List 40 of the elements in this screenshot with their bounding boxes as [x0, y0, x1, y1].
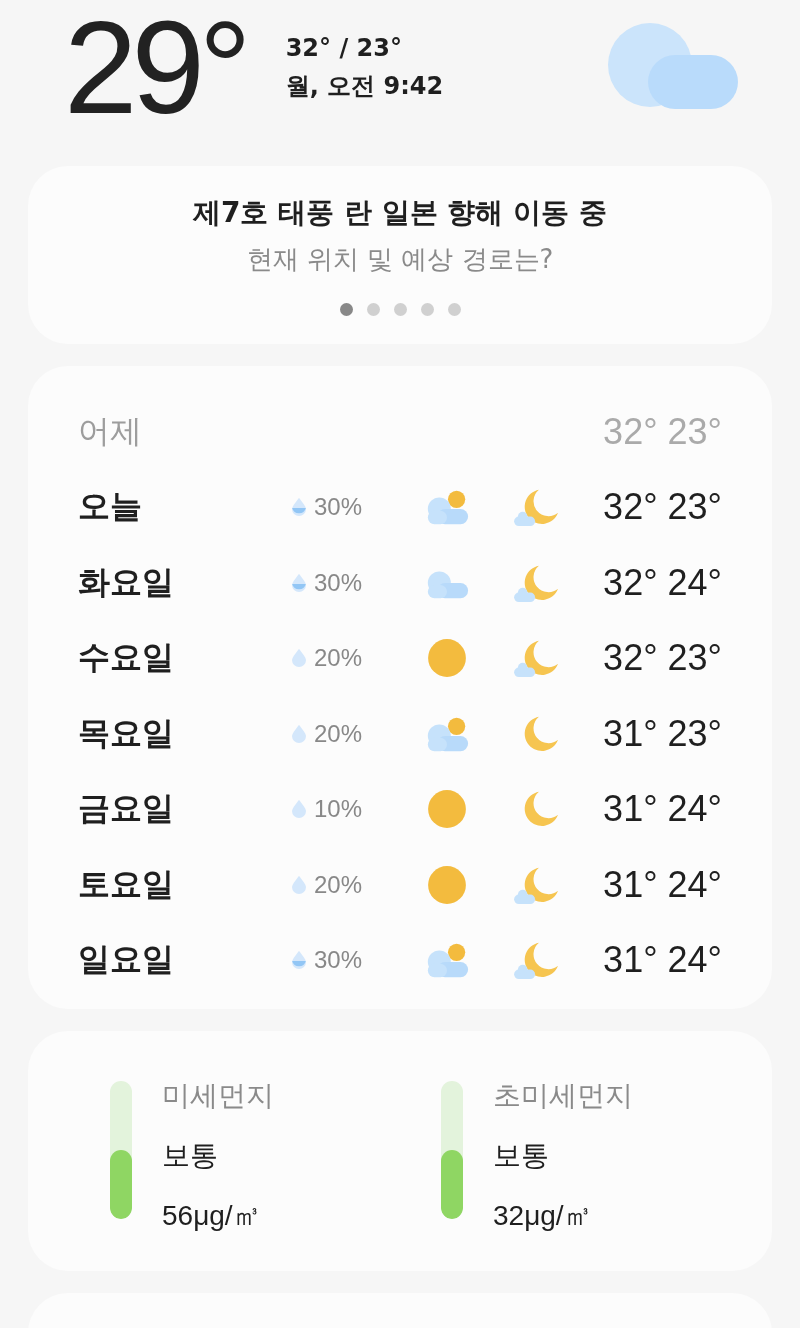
temperature-range: 32° 23°: [602, 637, 722, 680]
day-label: 화요일: [78, 561, 175, 603]
page-indicator-dot[interactable]: [366, 303, 380, 316]
day-label: 수요일: [78, 637, 175, 679]
current-temperature: 29°: [64, 2, 246, 134]
day-label: 금요일: [78, 788, 175, 830]
day-label: 어제: [78, 410, 143, 452]
day-label: 일요일: [78, 939, 175, 981]
page-indicator-dot[interactable]: [393, 303, 407, 316]
temperature-range: 32° 23°: [602, 486, 722, 529]
temperature-range: 31° 24°: [602, 863, 722, 906]
precipitation-chance: 10%: [314, 795, 363, 824]
precipitation-chance: 20%: [314, 644, 363, 673]
date-time: 월, 오전 9:42: [285, 71, 444, 102]
air-quality-status: 보통: [162, 1138, 219, 1174]
temperature-range: 31° 24°: [602, 788, 722, 831]
page-indicator-dot[interactable]: [447, 303, 461, 316]
news-title: 제7호 태풍 란 일본 향해 이동 중: [193, 195, 607, 231]
news-card[interactable]: 제7호 태풍 란 일본 향해 이동 중 현재 위치 및 예상 경로는?: [28, 166, 772, 344]
concentration-value: 32μg/㎥: [493, 1199, 593, 1233]
precipitation-chance: 30%: [314, 946, 363, 975]
concentration-value: 56μg/㎥: [162, 1199, 262, 1233]
temperature-range: 31° 23°: [602, 712, 722, 755]
precipitation-chance: 30%: [314, 493, 363, 522]
precipitation-chance: 30%: [314, 568, 363, 597]
pollutant-label: 미세먼지: [162, 1078, 274, 1114]
air-quality-status: 보통: [493, 1138, 550, 1174]
day-label: 토요일: [78, 863, 175, 905]
precipitation-chance: 20%: [314, 719, 363, 748]
high-low-temperature: 32° / 23°: [285, 34, 403, 62]
temperature-range: 31° 24°: [602, 939, 722, 982]
day-label: 오늘: [78, 486, 143, 528]
day-label: 목요일: [78, 712, 175, 754]
pollutant-label: 초미세먼지: [493, 1078, 633, 1114]
temperature-range: 32° 23°: [602, 410, 722, 453]
news-subtitle: 현재 위치 및 예상 경로는?: [246, 243, 554, 276]
precipitation-chance: 20%: [314, 870, 363, 899]
page-indicator-dot[interactable]: [339, 303, 353, 316]
temperature-range: 32° 24°: [602, 561, 722, 604]
page-indicator-dot[interactable]: [420, 303, 434, 316]
